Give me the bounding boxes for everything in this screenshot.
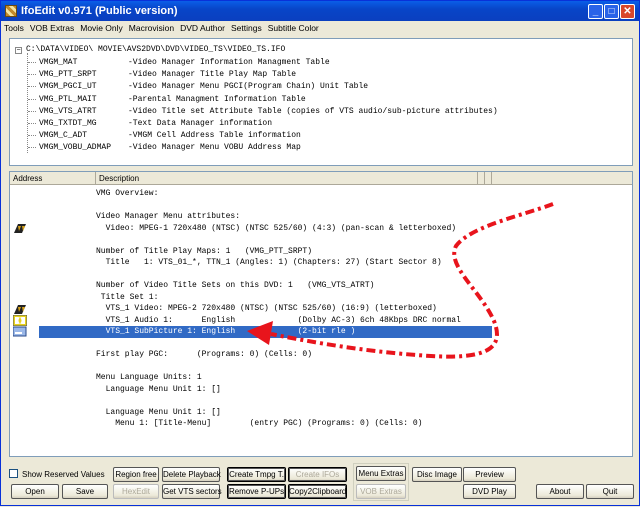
tree-item-desc: -Video Title set Attribute Table (copies… xyxy=(128,106,498,116)
create-tmpg-button[interactable]: Create Tmpg T. xyxy=(227,467,286,482)
tree-connector xyxy=(28,74,36,76)
header-address[interactable]: Address xyxy=(10,172,96,185)
quit-button[interactable]: Quit xyxy=(586,484,634,499)
tree-item-desc: -Text Data Manager information xyxy=(128,119,273,128)
preview-button[interactable]: Preview xyxy=(463,467,516,482)
ifoedit-window: IfoEdit v0.971 (Public version) _ □ ✕ To… xyxy=(0,0,640,506)
tree-item-name[interactable]: VMGM_MAT xyxy=(39,57,77,68)
tree-connector xyxy=(28,98,36,100)
region-free-button[interactable]: Region free xyxy=(113,467,159,482)
tree-item-desc: -VMGM Cell Address Table information xyxy=(128,131,301,141)
window-title: IfoEdit v0.971 (Public version) xyxy=(21,5,178,17)
tree-item-name[interactable]: VMG_VTS_ATRT xyxy=(39,106,97,117)
disc-image-button[interactable]: Disc Image xyxy=(412,467,462,482)
list-row-selected[interactable]: VTS_1 SubPicture 1: English (2-bit rle ) xyxy=(96,326,356,338)
list-row[interactable]: Language Menu Unit 1: [] xyxy=(96,407,221,419)
header-description[interactable]: Description xyxy=(96,172,478,185)
list-row[interactable]: Title 1: VTS_01_*, TTN_1 (Angles: 1) (Ch… xyxy=(96,257,442,269)
tree-item-name[interactable]: VMGM_VOBU_ADMAP xyxy=(39,142,111,153)
tree-connector xyxy=(28,110,36,112)
menu-vob-extras[interactable]: VOB Extras xyxy=(27,21,77,35)
list-header: Address Description xyxy=(10,172,632,185)
minimize-button[interactable]: _ xyxy=(588,4,603,19)
menu-bar: Tools VOB Extras Movie Only Macrovision DVD … xyxy=(1,21,639,35)
delete-playback-button[interactable]: Delete Playback xyxy=(162,467,221,482)
dolby-audio-icon xyxy=(13,315,27,326)
tree-root[interactable]: C:\DATA\VIDEO\ MOVIE\AVS2DVD\DVD\VIDEO_T… xyxy=(26,45,285,54)
tree-item-name[interactable]: VMG_PTT_SRPT xyxy=(39,69,97,80)
list-row[interactable]: VTS_1 Audio 1: English (Dolby AC-3) 6ch … xyxy=(96,315,461,327)
tree-item-desc: -Parental Managment Information Table xyxy=(128,94,306,104)
checkbox-box[interactable] xyxy=(9,469,18,478)
collapse-icon[interactable]: − xyxy=(15,47,22,54)
save-button[interactable]: Save xyxy=(62,484,108,499)
tree-item-desc: -Video Manager Information Managment Tab… xyxy=(128,58,330,67)
tree-item-name[interactable]: VMGM_C_ADT xyxy=(39,130,87,141)
tree-item-desc: -Video Manager Title Play Map Table xyxy=(128,70,297,80)
menu-extras-button[interactable]: Menu Extras xyxy=(356,466,406,481)
list-row[interactable]: VMG Overview: xyxy=(96,188,158,200)
tree-connector xyxy=(28,62,36,63)
maximize-button[interactable]: □ xyxy=(604,4,619,19)
menu-tools[interactable]: Tools xyxy=(1,21,27,35)
show-reserved-checkbox[interactable]: Show Reserved Values xyxy=(9,469,105,479)
list-row[interactable]: VTS_1 Video: MPEG-2 720x480 (NTSC) (NTSC… xyxy=(96,303,437,315)
tree-connector xyxy=(28,135,36,137)
menu-settings[interactable]: Settings xyxy=(228,21,265,35)
list-row[interactable]: Video Manager Menu attributes: xyxy=(96,211,240,223)
detail-list[interactable]: Address Description VMG Overview: Video M… xyxy=(9,171,633,457)
create-ifos-button[interactable]: Create IFOs xyxy=(288,467,347,482)
vob-extras-button[interactable]: VOB Extras xyxy=(356,484,406,499)
video-icon xyxy=(14,305,26,314)
tree-line xyxy=(27,53,28,153)
tree-connector xyxy=(28,86,36,88)
about-button[interactable]: About xyxy=(536,484,584,499)
open-button[interactable]: Open xyxy=(11,484,59,499)
list-row[interactable]: Language Menu Unit 1: [] xyxy=(96,384,221,396)
copy2clipboard-button[interactable]: Copy2Clipboard xyxy=(288,484,347,499)
tree-item-name[interactable]: VMG_TXTDT_MG xyxy=(39,118,97,129)
menu-subtitle-color[interactable]: Subtitle Color xyxy=(265,21,322,35)
video-icon xyxy=(14,224,26,233)
header-col4[interactable] xyxy=(485,172,492,185)
header-col3[interactable] xyxy=(478,172,485,185)
tree-connector xyxy=(28,147,36,149)
show-reserved-label: Show Reserved Values xyxy=(22,470,105,479)
menu-dvd-author[interactable]: DVD Author xyxy=(177,21,228,35)
menu-movie-only[interactable]: Movie Only xyxy=(77,21,126,35)
list-row[interactable]: Number of Video Title Sets on this DVD: … xyxy=(96,280,374,292)
get-vts-sectors-button[interactable]: Get VTS sectors xyxy=(162,484,222,499)
menu-macrovision[interactable]: Macrovision xyxy=(126,21,177,35)
tree-item-name[interactable]: VMG_PTL_MAIT xyxy=(39,94,97,105)
tree-item-desc: -Video Manager Menu VOBU Address Map xyxy=(128,143,301,153)
remove-pups-button[interactable]: Remove P-UPs xyxy=(227,484,286,499)
ifo-tree[interactable]: − C:\DATA\VIDEO\ MOVIE\AVS2DVD\DVD\VIDEO… xyxy=(9,38,633,166)
list-row[interactable]: Menu 1: [Title-Menu] (entry PGC) (Progra… xyxy=(96,418,422,430)
subpicture-icon xyxy=(13,326,27,337)
tree-item-name[interactable]: VMGM_PGCI_UT xyxy=(39,81,97,92)
hexedit-button[interactable]: HexEdit xyxy=(113,484,159,499)
tree-connector xyxy=(28,123,36,124)
close-button[interactable]: ✕ xyxy=(620,4,635,19)
tree-item-desc: -Video Manager Menu PGCI(Program Chain) … xyxy=(128,82,369,92)
list-row[interactable]: Number of Title Play Maps: 1 (VMG_PTT_SR… xyxy=(96,246,312,258)
title-bar: IfoEdit v0.971 (Public version) _ □ ✕ xyxy=(1,1,639,21)
dvd-play-button[interactable]: DVD Play xyxy=(463,484,516,499)
list-row[interactable]: Video: MPEG-1 720x480 (NTSC) (NTSC 525/6… xyxy=(96,223,456,235)
list-row[interactable]: Title Set 1: xyxy=(96,292,159,304)
list-row[interactable]: Menu Language Units: 1 xyxy=(96,372,202,384)
app-icon xyxy=(5,5,17,17)
list-row[interactable]: First play PGC: (Programs: 0) (Cells: 0) xyxy=(96,349,312,361)
